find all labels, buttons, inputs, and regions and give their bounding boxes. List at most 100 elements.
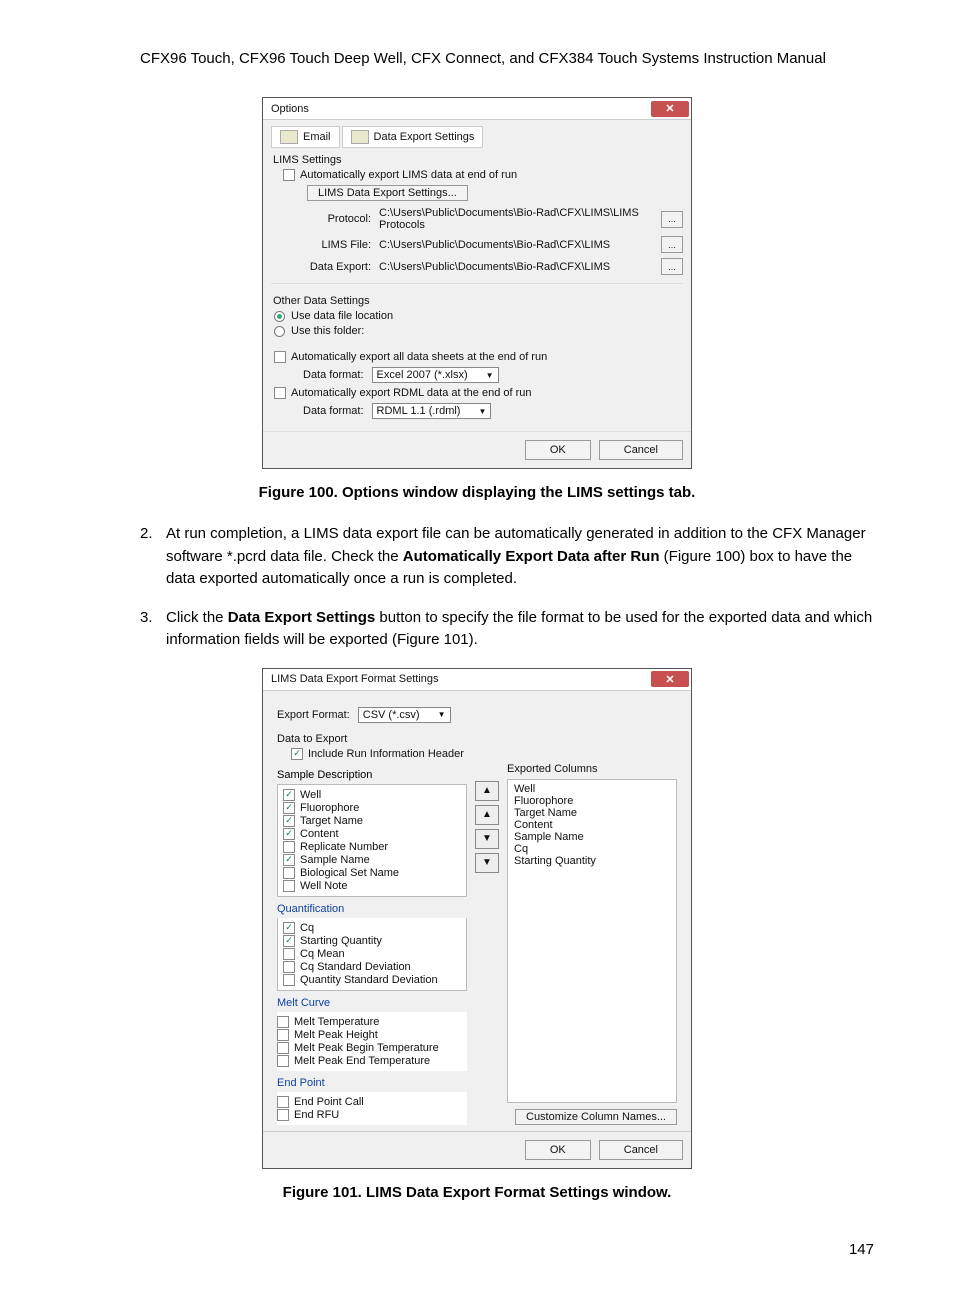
- checkbox-item[interactable]: ✓ Sample Name: [283, 854, 461, 866]
- checkbox-item[interactable]: ✓Fluorophore: [283, 802, 461, 814]
- checkbox-icon[interactable]: ✓: [283, 802, 295, 814]
- checkbox-item[interactable]: End RFU: [277, 1109, 462, 1121]
- page-number: 147: [80, 1241, 874, 1258]
- tab-row: Email Data Export Settings: [271, 126, 683, 148]
- checkbox-item[interactable]: Quantity Standard Deviation: [283, 974, 461, 986]
- exported-column-item[interactable]: Sample Name: [514, 831, 670, 843]
- move-down-button[interactable]: ▼: [475, 829, 499, 849]
- ok-button[interactable]: OK: [525, 1140, 591, 1160]
- checkbox-icon[interactable]: ✓: [291, 748, 303, 760]
- checkbox-item[interactable]: Melt Peak Height: [277, 1029, 462, 1041]
- auto-export-lims-row[interactable]: Automatically export LIMS data at end of…: [283, 169, 683, 181]
- chevron-down-icon: ▼: [438, 710, 446, 719]
- dropdown-value: Excel 2007 (*.xlsx): [377, 369, 468, 381]
- step-text: Click the Data Export Settings button to…: [166, 607, 874, 652]
- exported-column-item[interactable]: Cq: [514, 843, 670, 855]
- checkbox-icon[interactable]: [283, 961, 295, 973]
- rdml-format-dropdown[interactable]: RDML 1.1 (.rdml) ▼: [372, 403, 492, 419]
- checkbox-icon[interactable]: ✓: [283, 854, 295, 866]
- move-bottom-button[interactable]: ▼: [475, 853, 499, 873]
- checkbox-item[interactable]: Biological Set Name: [283, 867, 461, 879]
- checkbox-label: Melt Peak Height: [294, 1029, 378, 1041]
- dialog-footer: OK Cancel: [263, 1131, 691, 1168]
- checkbox-item[interactable]: Cq Mean: [283, 948, 461, 960]
- exported-column-item[interactable]: Content: [514, 819, 670, 831]
- checkbox-item[interactable]: ✓ Cq: [283, 922, 461, 934]
- checkbox-label: Sample Name: [300, 854, 370, 866]
- lims-settings-button[interactable]: LIMS Data Export Settings...: [307, 185, 468, 201]
- customize-button[interactable]: Customize Column Names...: [515, 1109, 677, 1125]
- checkbox-icon[interactable]: [277, 1109, 289, 1121]
- checkbox-item[interactable]: Well Note: [283, 880, 461, 892]
- checkbox-icon[interactable]: ✓: [283, 935, 295, 947]
- move-top-button[interactable]: ▲: [475, 781, 499, 801]
- checkbox-icon[interactable]: [283, 948, 295, 960]
- field-value: C:\Users\Public\Documents\Bio-Rad\CFX\LI…: [379, 239, 653, 251]
- checkbox-item[interactable]: Melt Peak Begin Temperature: [277, 1042, 462, 1054]
- exported-cols-title: Exported Columns: [507, 763, 677, 775]
- checkbox-icon[interactable]: [274, 351, 286, 363]
- checkbox-item[interactable]: Melt Peak End Temperature: [277, 1055, 462, 1067]
- title-bar: LIMS Data Export Format Settings ✕: [263, 669, 691, 691]
- checkbox-item[interactable]: Replicate Number: [283, 841, 461, 853]
- checkbox-icon[interactable]: ✓: [283, 789, 295, 801]
- checkbox-item[interactable]: ✓Well: [283, 789, 461, 801]
- exported-column-item[interactable]: Target Name: [514, 807, 670, 819]
- checkbox-icon[interactable]: ✓: [283, 815, 295, 827]
- auto-all-row[interactable]: Automatically export all data sheets at …: [274, 351, 683, 363]
- browse-button[interactable]: ...: [661, 211, 683, 228]
- browse-button[interactable]: ...: [661, 258, 683, 275]
- checkbox-icon[interactable]: [283, 867, 295, 879]
- checkbox-label: Automatically export RDML data at the en…: [291, 387, 532, 399]
- checkbox-label: Content: [300, 828, 339, 840]
- checkbox-icon[interactable]: [277, 1042, 289, 1054]
- step-2: 2. At run completion, a LIMS data export…: [140, 523, 874, 591]
- checkbox-label: Cq: [300, 922, 314, 934]
- checkbox-item[interactable]: End Point Call: [277, 1096, 462, 1108]
- field-label: Protocol:: [307, 213, 371, 225]
- radio-icon[interactable]: [274, 311, 285, 322]
- cancel-button[interactable]: Cancel: [599, 1140, 683, 1160]
- data-format-dropdown[interactable]: Excel 2007 (*.xlsx) ▼: [372, 367, 499, 383]
- ok-button[interactable]: OK: [525, 440, 591, 460]
- checkbox-icon[interactable]: [283, 169, 295, 181]
- endpoint-title: End Point: [277, 1077, 467, 1089]
- checkbox-icon[interactable]: [277, 1055, 289, 1067]
- auto-rdml-row[interactable]: Automatically export RDML data at the en…: [274, 387, 683, 399]
- close-icon[interactable]: ✕: [651, 101, 689, 117]
- cancel-button[interactable]: Cancel: [599, 440, 683, 460]
- exported-column-item[interactable]: Starting Quantity: [514, 855, 670, 867]
- checkbox-icon[interactable]: [277, 1096, 289, 1108]
- checkbox-icon[interactable]: [277, 1029, 289, 1041]
- checkbox-item[interactable]: ✓Target Name: [283, 815, 461, 827]
- checkbox-icon[interactable]: [283, 841, 295, 853]
- tab-email[interactable]: Email: [271, 126, 340, 148]
- checkbox-icon[interactable]: ✓: [283, 828, 295, 840]
- figure-caption-100: Figure 100. Options window displaying th…: [80, 484, 874, 501]
- step-number: 2.: [140, 523, 158, 591]
- close-icon[interactable]: ✕: [651, 671, 689, 687]
- checkbox-icon[interactable]: [283, 974, 295, 986]
- title-bar: Options ✕: [263, 98, 691, 120]
- use-folder-row[interactable]: Use this folder:: [274, 325, 683, 337]
- checkbox-item[interactable]: ✓ Content: [283, 828, 461, 840]
- reorder-controls: ▲ ▲ ▼ ▼: [475, 781, 499, 1125]
- move-up-button[interactable]: ▲: [475, 805, 499, 825]
- include-header-row[interactable]: ✓ Include Run Information Header: [291, 748, 677, 760]
- exported-column-item[interactable]: Well: [514, 783, 670, 795]
- checkbox-item[interactable]: ✓Starting Quantity: [283, 935, 461, 947]
- use-location-row[interactable]: Use data file location: [274, 310, 683, 322]
- checkbox-icon[interactable]: [277, 1016, 289, 1028]
- checkbox-item[interactable]: Cq Standard Deviation: [283, 961, 461, 973]
- tab-data-export[interactable]: Data Export Settings: [342, 126, 484, 148]
- export-format-dropdown[interactable]: CSV (*.csv) ▼: [358, 707, 451, 723]
- browse-button[interactable]: ...: [661, 236, 683, 253]
- checkbox-icon[interactable]: [283, 880, 295, 892]
- checkbox-icon[interactable]: ✓: [283, 922, 295, 934]
- radio-icon[interactable]: [274, 326, 285, 337]
- limsfile-row: LIMS File: C:\Users\Public\Documents\Bio…: [307, 236, 683, 253]
- figure-caption-101: Figure 101. LIMS Data Export Format Sett…: [80, 1184, 874, 1201]
- checkbox-icon[interactable]: [274, 387, 286, 399]
- exported-column-item[interactable]: Fluorophore: [514, 795, 670, 807]
- checkbox-item[interactable]: Melt Temperature: [277, 1016, 462, 1028]
